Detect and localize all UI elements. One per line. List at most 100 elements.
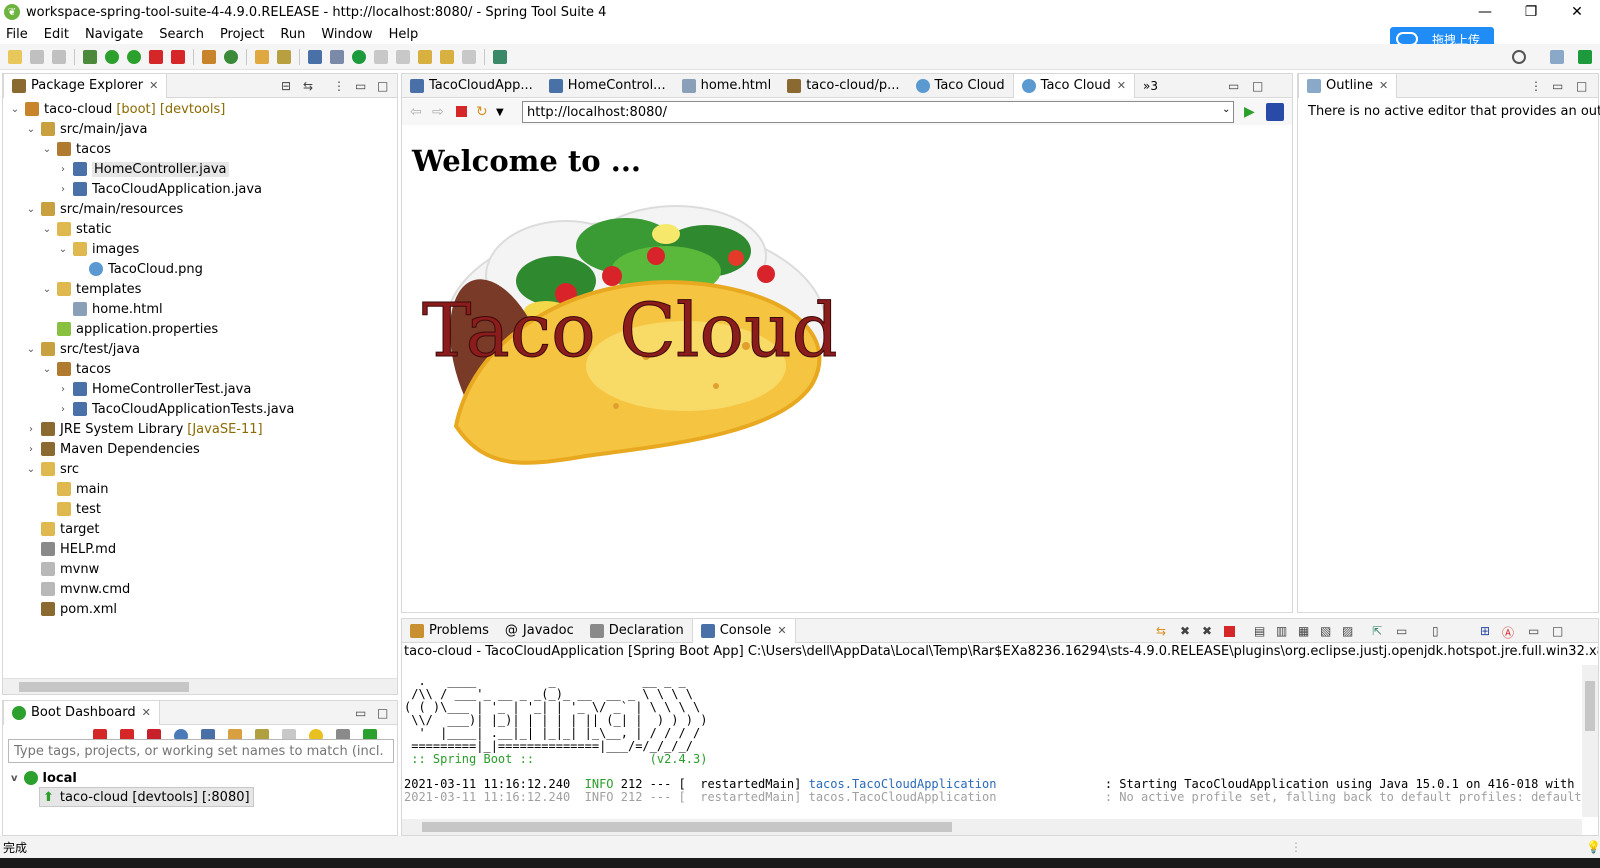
chevron-down-icon[interactable]: ⌄ xyxy=(41,284,53,295)
menu-navigate[interactable]: Navigate xyxy=(77,27,151,42)
menu-run[interactable]: Run xyxy=(272,27,313,42)
maximize-view-icon[interactable]: □ xyxy=(1252,79,1263,93)
spring-icon[interactable] xyxy=(352,49,366,64)
forward-icon[interactable] xyxy=(462,49,476,64)
tab-package-explorer[interactable]: Package Explorer ✕ xyxy=(3,73,168,98)
menu-window[interactable]: Window xyxy=(313,27,380,42)
tab-console[interactable]: Console ✕ xyxy=(691,618,796,643)
tree-item[interactable]: test xyxy=(3,499,397,519)
scroll-thumb[interactable] xyxy=(19,682,189,692)
close-icon[interactable]: ✕ xyxy=(777,624,786,637)
next-annotation-icon[interactable] xyxy=(374,49,388,64)
chevron-down-icon[interactable]: ⌄ xyxy=(25,204,37,215)
horizontal-scrollbar[interactable] xyxy=(3,678,397,694)
stop-loading-icon[interactable] xyxy=(456,106,467,117)
tab-declaration[interactable]: Declaration xyxy=(582,619,692,643)
close-icon[interactable]: ✕ xyxy=(1117,79,1126,92)
tree-item[interactable]: ⌄ templates xyxy=(3,279,397,299)
open-perspective-icon[interactable] xyxy=(493,49,507,64)
scroll-thumb[interactable] xyxy=(422,822,952,832)
debug-icon[interactable] xyxy=(83,49,97,64)
minimize-button[interactable]: — xyxy=(1462,0,1508,24)
last-edit-icon[interactable] xyxy=(418,49,432,64)
tree-item[interactable]: pom.xml xyxy=(3,599,397,619)
editor-tab[interactable]: HomeControl... xyxy=(541,74,674,98)
menu-help[interactable]: Help xyxy=(381,27,427,42)
tab-outline[interactable]: Outline ✕ xyxy=(1298,73,1398,98)
save-icon[interactable] xyxy=(30,49,44,64)
close-icon[interactable]: ✕ xyxy=(1379,79,1388,92)
editor-tab[interactable]: home.html xyxy=(674,74,780,98)
tree-item[interactable]: › HomeController.java xyxy=(3,159,397,179)
chevron-down-icon[interactable]: ⌄ xyxy=(41,144,53,155)
close-button[interactable]: ✕ xyxy=(1554,0,1600,24)
boot-dashboard-filter-input[interactable] xyxy=(8,739,394,763)
terminate-icon[interactable] xyxy=(1224,626,1235,637)
package-icon[interactable] xyxy=(202,49,216,64)
remove-launch-icon[interactable]: ✖ xyxy=(1180,624,1190,638)
spring-perspective-icon[interactable] xyxy=(1578,49,1592,64)
tree-item[interactable]: ⌄ static xyxy=(3,219,397,239)
chevron-down-icon[interactable]: ⌄ xyxy=(57,244,69,255)
stop-icon[interactable] xyxy=(149,49,163,64)
editor-tab[interactable]: taco-cloud/p... xyxy=(779,74,907,98)
back-icon[interactable] xyxy=(440,49,454,64)
chevron-down-icon[interactable]: ⌄ xyxy=(25,344,37,355)
tree-item[interactable]: ⌄ src/main/resources xyxy=(3,199,397,219)
debug-console-icon[interactable]: ⊞ xyxy=(1480,624,1490,638)
view-menu-icon[interactable]: ⋮ xyxy=(1530,79,1542,93)
chevron-down-icon[interactable]: ⌄ xyxy=(41,224,53,235)
minimize-view-icon[interactable]: ▭ xyxy=(1552,79,1563,93)
tree-item[interactable]: ⌄ taco-cloud [boot] [devtools] xyxy=(3,99,397,119)
search-icon[interactable] xyxy=(1512,49,1526,64)
close-icon[interactable]: ✕ xyxy=(142,706,151,719)
boot-app-item[interactable]: ⬆ taco-cloud [devtools] [:8080] xyxy=(39,787,254,807)
chevron-down-icon[interactable]: v xyxy=(11,773,18,784)
menu-edit[interactable]: Edit xyxy=(36,27,77,42)
new-class-icon[interactable] xyxy=(224,49,238,64)
minimize-view-icon[interactable]: ▭ xyxy=(355,706,366,720)
chevron-right-icon[interactable]: › xyxy=(25,424,37,435)
tree-item[interactable]: ⌄ tacos xyxy=(3,139,397,159)
maximize-view-icon[interactable]: □ xyxy=(377,706,388,720)
tab-javadoc[interactable]: @ Javadoc xyxy=(497,619,582,643)
tab-boot-dashboard[interactable]: Boot Dashboard ✕ xyxy=(3,700,160,725)
minimize-view-icon[interactable]: ▭ xyxy=(355,79,366,93)
chevron-down-icon[interactable]: ▼ xyxy=(496,107,504,118)
previous-annotation-icon[interactable] xyxy=(396,49,410,64)
maximize-view-icon[interactable]: □ xyxy=(1576,79,1587,93)
remove-all-icon[interactable]: ✖ xyxy=(1202,624,1212,638)
local-node[interactable]: v local xyxy=(11,768,77,788)
chevron-right-icon[interactable]: › xyxy=(25,444,37,455)
tree-item[interactable]: application.properties xyxy=(3,319,397,339)
tree-item[interactable]: ⌄ src/main/java xyxy=(3,119,397,139)
back-arrow-icon[interactable]: ⇦ xyxy=(410,104,422,120)
url-dropdown-icon[interactable]: ⌄ xyxy=(1222,104,1230,115)
new-icon[interactable] xyxy=(8,49,22,64)
run-icon[interactable] xyxy=(105,49,119,64)
tree-item[interactable]: mvnw xyxy=(3,559,397,579)
forward-arrow-icon[interactable]: ⇨ xyxy=(432,104,444,120)
scroll-thumb[interactable] xyxy=(1585,681,1595,731)
tree-item[interactable]: HELP.md xyxy=(3,539,397,559)
tab-problems[interactable]: Problems xyxy=(402,619,497,643)
chevron-right-icon[interactable]: › xyxy=(57,184,69,195)
show-on-error-icon[interactable]: ▨ xyxy=(1342,624,1353,638)
maximize-view-icon[interactable]: □ xyxy=(377,79,388,93)
tree-item[interactable]: mvnw.cmd xyxy=(3,579,397,599)
relaunch-icon[interactable]: ⇆ xyxy=(1156,624,1166,638)
chevron-right-icon[interactable]: › xyxy=(57,164,69,175)
lightbulb-icon[interactable]: 💡 xyxy=(1586,840,1600,854)
maximize-view-icon[interactable]: □ xyxy=(1552,624,1563,638)
menu-search[interactable]: Search xyxy=(151,27,212,42)
minimize-view-icon[interactable]: ▭ xyxy=(1228,79,1239,93)
minimize-view-icon[interactable]: ▭ xyxy=(1528,624,1539,638)
console-output[interactable]: . ____ _ __ _ _ /\\ / ___'_ __ _ _(_)_ _… xyxy=(402,665,1582,817)
open-console-icon[interactable]: ▯ xyxy=(1432,624,1439,638)
tree-item[interactable]: › TacoCloudApplication.java xyxy=(3,179,397,199)
chevron-right-icon[interactable]: › xyxy=(57,404,69,415)
tree-item[interactable]: target xyxy=(3,519,397,539)
close-icon[interactable]: ✕ xyxy=(149,79,158,92)
tree-item[interactable]: ⌄ images xyxy=(3,239,397,259)
tree-item[interactable]: TacoCloud.png xyxy=(3,259,397,279)
